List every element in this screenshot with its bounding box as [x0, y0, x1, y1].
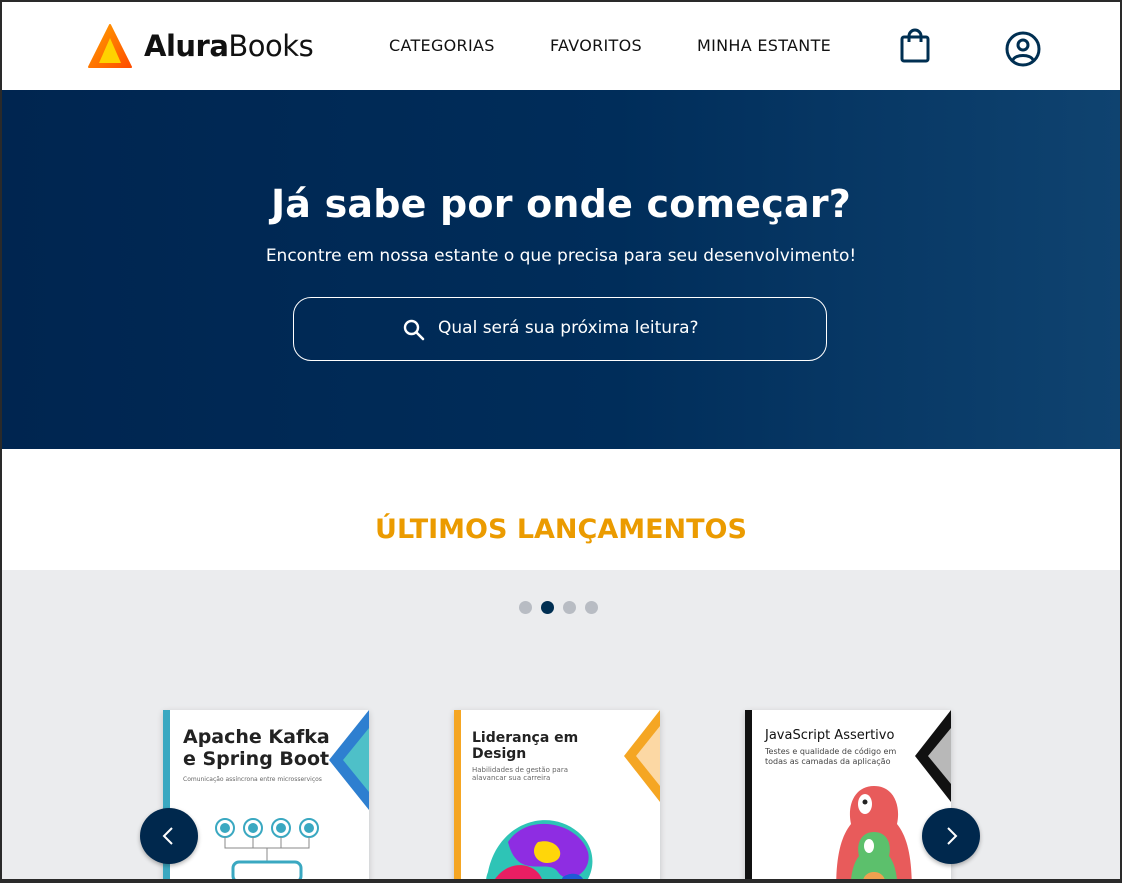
- carousel-dot[interactable]: [563, 601, 576, 614]
- book-subtitle: Comunicação assíncrona entre microsservi…: [183, 776, 322, 783]
- book-card[interactable]: Apache Kafka e Spring Boot Comunicação a…: [163, 710, 369, 879]
- alurabooks-logo[interactable]: AluraBooks: [88, 24, 314, 68]
- book-matryoshka-illustration: [836, 786, 912, 879]
- hero-banner: Já sabe por onde começar? Encontre em no…: [2, 90, 1120, 449]
- nav-categorias[interactable]: CATEGORIAS: [389, 36, 495, 55]
- book-corner-decoration: [915, 710, 951, 802]
- logo-triangle-icon: [88, 24, 132, 68]
- book-card[interactable]: Liderança em Design Habilidades de gestã…: [454, 710, 660, 879]
- nav-favoritos[interactable]: FAVORITOS: [550, 36, 642, 55]
- user-account-icon[interactable]: [1004, 30, 1042, 72]
- releases-title: ÚLTIMOS LANÇAMENTOS: [375, 514, 747, 545]
- search-box[interactable]: [293, 297, 827, 361]
- logo-text: AluraBooks: [144, 29, 314, 63]
- book-diagram-illustration: [215, 818, 319, 879]
- book-subtitle: Testes e qualidade de código em todas as…: [765, 747, 897, 766]
- carousel-next-button[interactable]: [922, 808, 980, 864]
- shopping-bag-icon[interactable]: [899, 28, 931, 68]
- book-spine: [454, 710, 461, 879]
- book-corner-decoration: [329, 710, 369, 810]
- top-header: AluraBooks CATEGORIAS FAVORITOS MINHA ES…: [2, 2, 1120, 90]
- nav-minha-estante[interactable]: MINHA ESTANTE: [697, 36, 831, 55]
- book-title: JavaScript Assertivo: [765, 728, 895, 743]
- carousel-dot[interactable]: [585, 601, 598, 614]
- book-paint-illustration: [486, 820, 593, 879]
- carousel-dot-active[interactable]: [541, 601, 554, 614]
- search-icon[interactable]: [402, 318, 426, 342]
- book-subtitle: Habilidades de gestão para alavancar sua…: [472, 766, 569, 782]
- carousel-dots: [519, 601, 598, 614]
- book-title: Liderança em Design: [472, 730, 579, 762]
- chevron-right-icon: [947, 827, 958, 845]
- chevron-left-icon: [162, 827, 173, 845]
- carousel-prev-button[interactable]: [140, 808, 198, 864]
- book-title: Apache Kafka e Spring Boot: [183, 726, 330, 770]
- book-spine: [745, 710, 752, 879]
- carousel-dot[interactable]: [519, 601, 532, 614]
- book-card[interactable]: JavaScript Assertivo Testes e qualidade …: [745, 710, 951, 879]
- book-corner-decoration: [624, 710, 660, 802]
- hero-subtitle: Encontre em nossa estante o que precisa …: [265, 246, 857, 266]
- releases-carousel: Apache Kafka e Spring Boot Comunicação a…: [2, 570, 1120, 879]
- page: AluraBooks CATEGORIAS FAVORITOS MINHA ES…: [2, 2, 1120, 879]
- hero-title: Já sabe por onde começar?: [270, 182, 852, 226]
- search-input[interactable]: [438, 312, 798, 344]
